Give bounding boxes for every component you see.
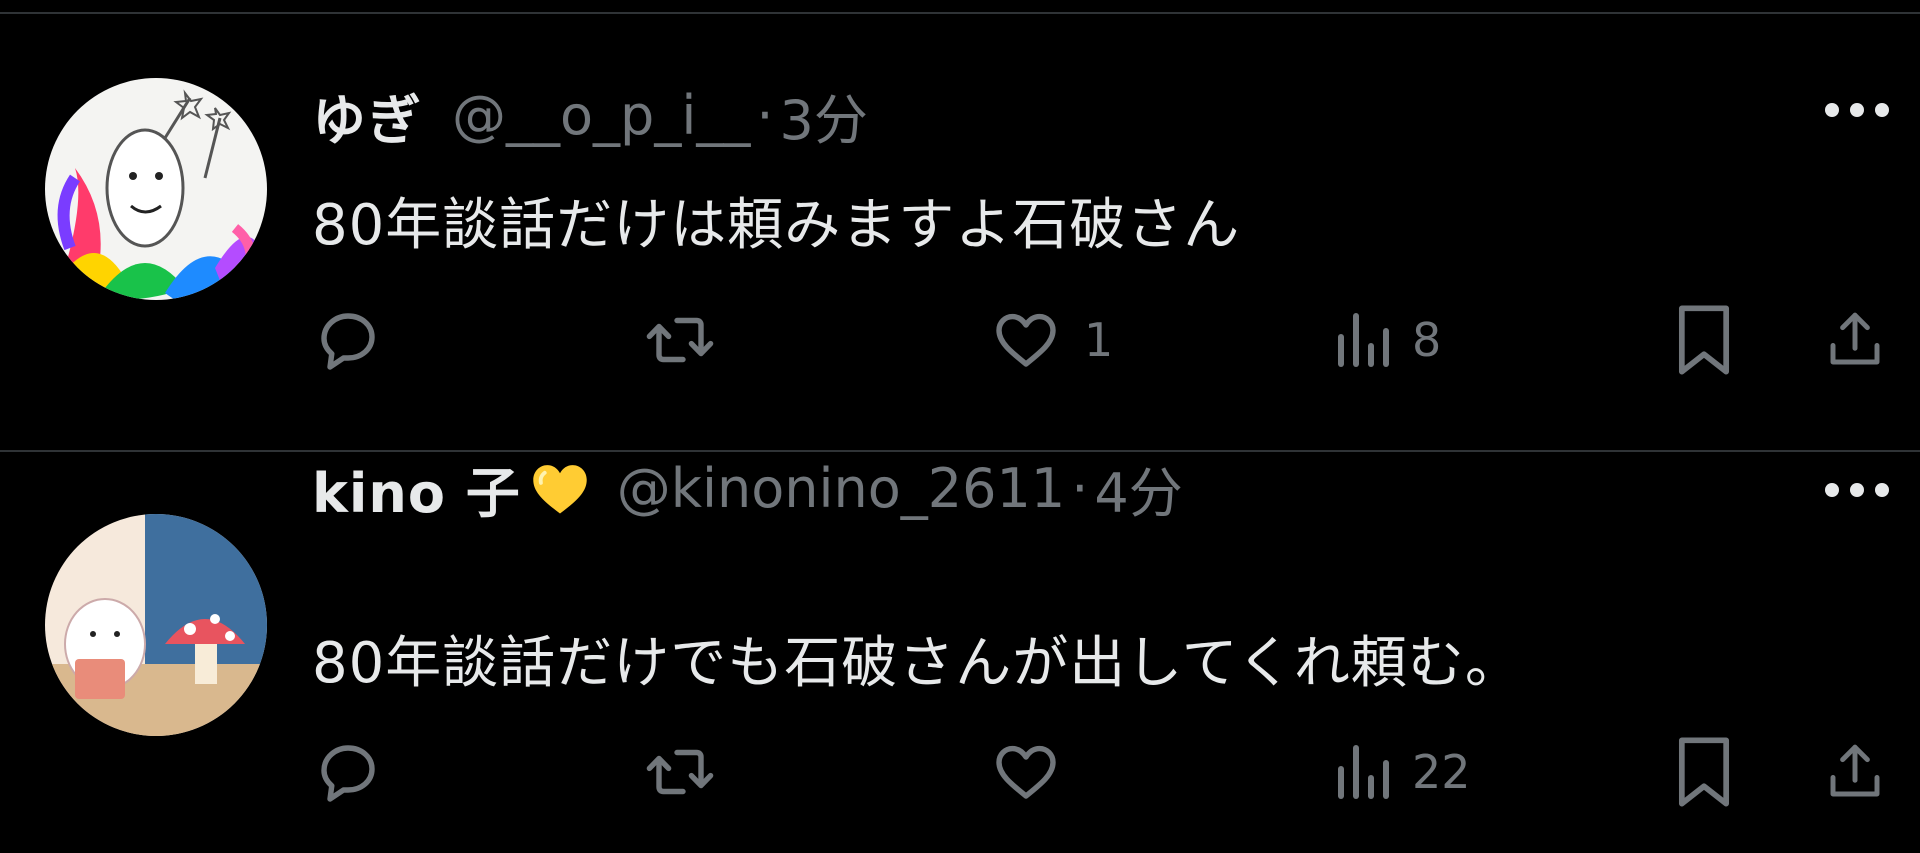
retweet-button[interactable] (642, 300, 738, 380)
share-icon (1830, 312, 1880, 365)
reply-icon (321, 313, 375, 370)
tweet-header: kino 子 @kinonino_2611 · 4分 (312, 448, 1183, 528)
heart-icon (996, 313, 1056, 367)
reply-icon (321, 745, 375, 802)
ellipsis-icon (1825, 483, 1889, 497)
retweet-icon (646, 317, 714, 363)
tweet-2[interactable]: kino 子 @kinonino_2611 · 4分 80年談話だけでも石破さん… (0, 452, 1920, 853)
more-options-button[interactable] (1822, 480, 1892, 500)
mushroom-illustration-avatar-icon (45, 514, 267, 736)
display-name[interactable]: ゆぎ (312, 76, 422, 155)
yellow-heart-emoji-icon (529, 460, 591, 516)
view-count: 8 (1412, 313, 1442, 367)
timestamp[interactable]: 4分 (1094, 449, 1182, 528)
tweet-actions: 1 8 (312, 300, 1882, 380)
timeline-feed: ゆぎ @__o_p_i__ · 3分 80年談話だけは頼みますよ石破さん 1 8… (0, 0, 1920, 853)
view-count: 22 (1412, 745, 1471, 799)
timestamp[interactable]: 3分 (780, 76, 868, 155)
views-button[interactable]: 8 (1332, 300, 1441, 380)
views-button[interactable]: 22 (1332, 732, 1471, 812)
heart-icon (996, 745, 1056, 799)
display-name[interactable]: kino 子 (312, 449, 521, 528)
tweet-text: 80年談話だけでも石破さんが出してくれ頼む。 (312, 631, 1522, 696)
reply-button[interactable] (312, 300, 404, 380)
more-options-button[interactable] (1822, 100, 1892, 120)
analytics-icon (1338, 745, 1389, 799)
avatar[interactable] (45, 514, 267, 736)
share-button[interactable] (1822, 300, 1888, 380)
separator-dot: · (1071, 456, 1089, 520)
share-button[interactable] (1822, 732, 1888, 812)
ellipsis-icon (1825, 103, 1889, 117)
tweet-1[interactable]: ゆぎ @__o_p_i__ · 3分 80年談話だけは頼みますよ石破さん 1 8 (0, 0, 1920, 450)
share-icon (1830, 744, 1880, 797)
like-count: 1 (1084, 313, 1114, 367)
bookmark-button[interactable] (1672, 300, 1736, 380)
bookmark-icon (1678, 305, 1730, 375)
separator-dot: · (756, 83, 774, 147)
like-button[interactable] (988, 732, 1084, 812)
user-handle[interactable]: @kinonino_2611 (617, 457, 1065, 520)
tweet-text: 80年談話だけは頼みますよ石破さん (312, 193, 1241, 258)
bookmark-button[interactable] (1672, 732, 1736, 812)
tweet-actions: 22 (312, 732, 1882, 812)
retweet-button[interactable] (642, 732, 738, 812)
avatar[interactable] (45, 78, 267, 300)
analytics-icon (1338, 313, 1389, 367)
retweet-icon (646, 749, 714, 795)
tweet-header: ゆぎ @__o_p_i__ · 3分 (312, 75, 868, 155)
bookmark-icon (1678, 737, 1730, 807)
like-button[interactable]: 1 (988, 300, 1113, 380)
user-handle[interactable]: @__o_p_i__ (452, 84, 750, 147)
squid-drawing-avatar-icon (45, 78, 267, 300)
reply-button[interactable] (312, 732, 404, 812)
